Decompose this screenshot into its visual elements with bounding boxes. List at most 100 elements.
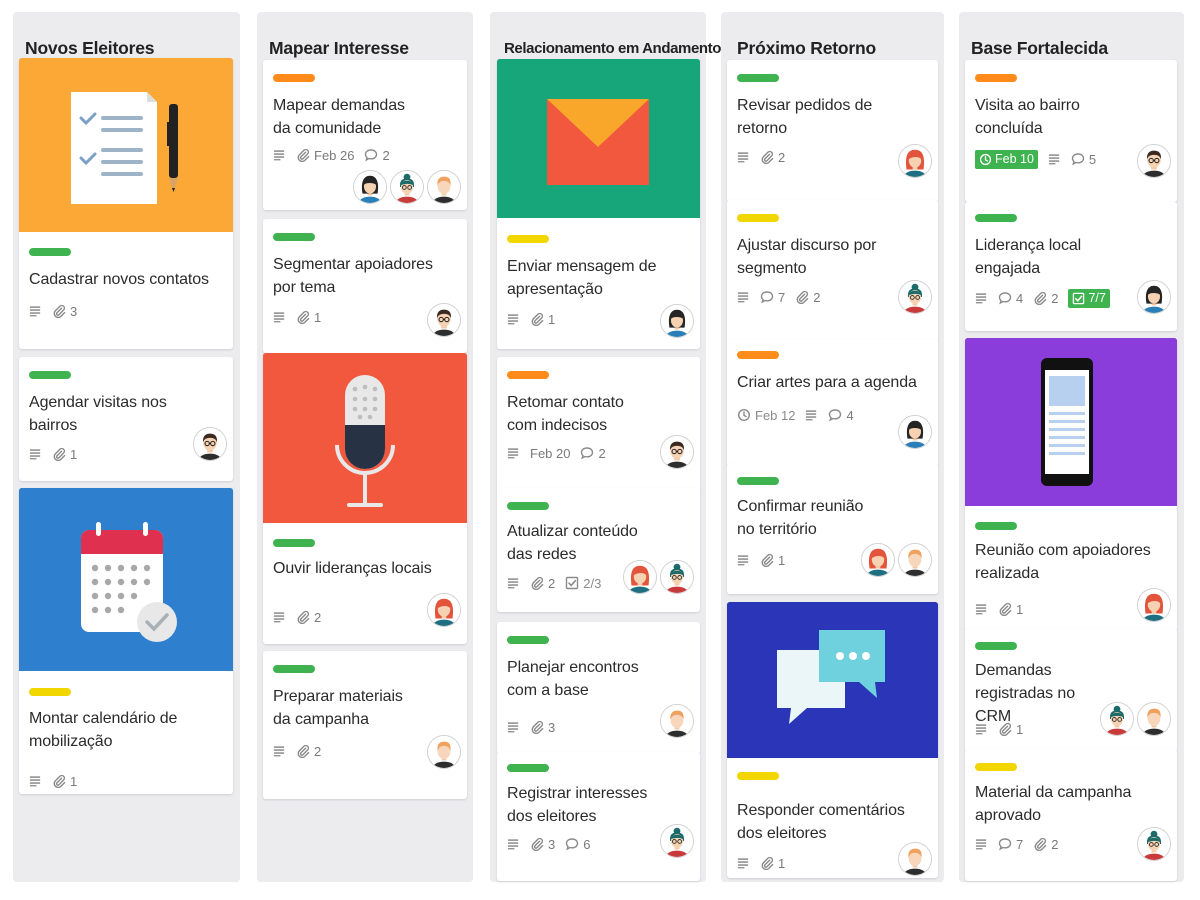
label-yellow [737,772,779,780]
member-avatar[interactable] [623,560,657,594]
card-title: Demandas registradas no CRM [975,662,1075,725]
card-ouvir-liderancas[interactable]: Ouvir lideranças locais 2 [263,353,467,644]
comments-badge: 4 [828,407,854,423]
due-complete-badge[interactable]: Feb 10 [975,149,1038,169]
attachments-badge: 1 [530,312,555,327]
card-demandas-registradas[interactable]: Demandas registradas no CRM 1 [965,628,1177,752]
card-badges: 3 [29,302,77,320]
card-criar-artes[interactable]: Criar artes para a agenda Feb 12 4 [727,339,938,466]
checklist-badge: 2/3 [565,576,601,591]
member-avatar[interactable] [353,170,387,204]
card-cadastrar-novos-contatos[interactable]: Cadastrar novos contatos 3 [19,58,233,349]
card-badges: 1 [29,772,77,790]
card-title: Enviar mensagem de apresentação [507,258,657,298]
card-segmentar-apoiadores[interactable]: Segmentar apoiadores por tema 1 [263,219,467,353]
label-green [273,233,315,241]
clock-icon [737,408,751,422]
attachments-count: 3 [70,303,78,319]
card-badges: 7 2 [737,288,820,306]
member-avatar[interactable] [1137,588,1171,622]
card-visita-concluida[interactable]: Visita ao bairro concluída Feb 10 5 [965,60,1177,202]
paperclip-icon [795,290,809,304]
card-members [660,435,694,469]
attachments-badge: 2 [530,576,555,591]
member-avatar[interactable] [898,842,932,876]
paperclip-icon [530,837,544,851]
card-members [193,427,227,461]
card-revisar-pedidos[interactable]: Revisar pedidos de retorno 2 [727,60,938,202]
column-novos-eleitores: Novos Eleitores Cadastrar novos contatos… [13,12,240,882]
label-green [273,539,315,547]
card-registrar-interesses[interactable]: Registrar interesses dos eleitores 3 6 [497,752,700,881]
member-avatar[interactable] [660,304,694,338]
card-members [427,735,461,769]
paperclip-icon [1033,291,1047,305]
comments-badge: 2 [364,147,390,163]
label-green [975,642,1017,650]
member-avatar[interactable] [898,543,932,577]
member-avatar[interactable] [427,303,461,337]
card-members [1137,588,1171,622]
member-avatar[interactable] [427,735,461,769]
member-avatar[interactable] [427,170,461,204]
due-badge: Feb 20 [530,446,570,461]
card-badges: Feb 20 2 [507,444,606,462]
card-title: Reunião com apoiadores realizada [975,542,1151,582]
card-material-aprovado[interactable]: Material da campanha aprovado 7 2 [965,749,1177,881]
card-atualizar-conteudo[interactable]: Atualizar conteúdo das redes 2 2/3 [497,488,700,612]
comments-count: 4 [846,407,854,423]
member-avatar[interactable] [1137,280,1171,314]
card-retomar-contato[interactable]: Retomar contato com indecisos Feb 20 2 [497,357,700,493]
member-avatar[interactable] [861,543,895,577]
card-cover-phone [965,338,1177,506]
card-planejar-encontros[interactable]: Planejar encontros com a base 3 [497,622,700,754]
due-date: Feb 20 [530,445,571,461]
card-enviar-mensagem[interactable]: Enviar mensagem de apresentação 1 [497,59,700,349]
member-avatar[interactable] [898,144,932,178]
label-yellow [29,688,71,696]
card-badges: 1 [975,600,1023,618]
member-avatar[interactable] [898,415,932,449]
member-avatar[interactable] [898,280,932,314]
card-title: Ouvir lideranças locais [273,560,432,577]
attachments-count: 2 [1051,836,1059,852]
description-icon [737,554,750,566]
comments-count: 2 [382,147,390,163]
member-avatar[interactable] [193,427,227,461]
attachments-count: 1 [70,773,78,789]
attachments-count: 2 [778,149,786,165]
card-reuniao-realizada[interactable]: Reunião com apoiadores realizada 1 [965,338,1177,631]
card-confirmar-reuniao[interactable]: Confirmar reunião no território 1 [727,463,938,594]
member-avatar[interactable] [1137,827,1171,861]
card-title: Cadastrar novos contatos [29,271,209,288]
attachments-badge: 2 [1033,837,1058,852]
member-avatar[interactable] [660,435,694,469]
due-date: Feb 26 [314,147,355,163]
attachments-badge: 3 [530,720,555,735]
member-avatar[interactable] [660,824,694,858]
card-ajustar-discurso[interactable]: Ajustar discurso por segmento 7 2 [727,200,938,343]
card-badges: 2 [273,742,321,760]
checklist-complete-badge[interactable]: 7/7 [1068,288,1110,308]
member-avatar[interactable] [660,560,694,594]
card-preparar-materiais[interactable]: Preparar materiais da campanha 2 [263,651,467,799]
card-lideranca-engajada[interactable]: Liderança local engajada 4 2 7/7 [965,202,1177,331]
member-avatar[interactable] [390,170,424,204]
member-avatar[interactable] [660,704,694,738]
comment-icon [760,290,774,304]
card-mapear-demandas[interactable]: Mapear demandas da comunidade Feb 26 2 [263,60,467,210]
member-avatar[interactable] [1100,702,1134,736]
member-avatar[interactable] [1137,144,1171,178]
card-responder-comentarios[interactable]: Responder comentários dos eleitores 1 [727,602,938,878]
card-agendar-visitas[interactable]: Agendar visitas nos bairros 1 [19,357,233,481]
attachments-badge: 2 [760,150,785,165]
card-montar-calendario[interactable]: Montar calendário de mobilização 1 [19,488,233,794]
label-yellow [737,214,779,222]
card-members [660,704,694,738]
card-title: Liderança local engajada [975,237,1082,277]
attachments-count: 1 [314,309,322,325]
attachments-badge: 1 [52,447,77,462]
member-avatar[interactable] [427,593,461,627]
description-icon [805,409,818,421]
member-avatar[interactable] [1137,702,1171,736]
